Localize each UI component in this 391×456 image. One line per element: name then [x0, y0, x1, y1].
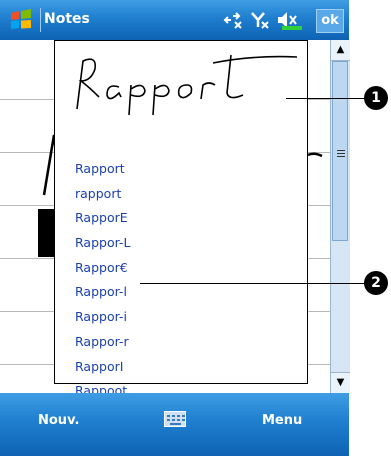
candidate-item[interactable]: Rappor-l	[75, 280, 130, 305]
candidate-item[interactable]: Rappor-L	[75, 231, 130, 256]
new-button[interactable]: Nouv.	[38, 413, 79, 428]
handwriting-stroke	[307, 152, 323, 158]
callout-badge-2: 2	[364, 271, 388, 295]
candidate-item[interactable]: Rappor-i	[75, 305, 130, 330]
app-title: Notes	[44, 11, 90, 27]
menu-button[interactable]: Menu	[262, 413, 302, 428]
selection-block	[38, 209, 54, 257]
candidate-item[interactable]: Rappor-r	[75, 330, 130, 355]
candidate-item[interactable]: Rappor€	[75, 256, 130, 281]
candidate-list: Rapport rapport RapporE Rappor-L Rappor€…	[75, 157, 130, 404]
scroll-down-button[interactable]: ▼	[331, 372, 350, 393]
keyboard-icon[interactable]	[164, 411, 186, 427]
windows-flag-icon[interactable]	[9, 9, 33, 31]
handwritten-word	[76, 54, 298, 116]
candidate-item[interactable]: rapport	[75, 182, 130, 207]
scroll-thumb[interactable]	[332, 61, 348, 241]
title-divider	[40, 8, 41, 32]
candidate-item[interactable]: Rapport	[75, 157, 130, 182]
vertical-scrollbar[interactable]: ▲ ▼	[330, 40, 350, 393]
callout-line-2	[140, 283, 366, 284]
candidate-item[interactable]: RapporI	[75, 355, 130, 380]
scroll-up-button[interactable]: ▲	[331, 40, 350, 61]
signal-icon[interactable]	[250, 10, 270, 30]
candidate-item[interactable]: RapporE	[75, 206, 130, 231]
callout-badge-1: 1	[364, 86, 388, 110]
connectivity-icon[interactable]	[222, 10, 244, 30]
volume-icon[interactable]	[276, 10, 304, 30]
recognition-popup: Rapport rapport RapporE Rappor-L Rappor€…	[54, 40, 308, 398]
callout-line-1	[286, 98, 366, 99]
bottom-menu-bar: Nouv. Menu	[0, 393, 349, 456]
title-bar: Notes ok	[0, 0, 349, 40]
ok-button[interactable]: ok	[316, 9, 344, 33]
